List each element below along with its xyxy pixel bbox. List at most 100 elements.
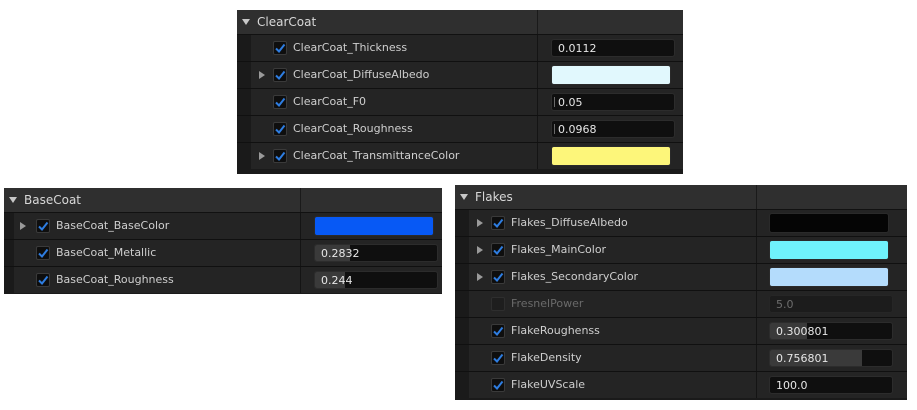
expand-arrow-icon[interactable] <box>477 219 483 227</box>
expand-arrow-icon[interactable] <box>477 246 483 254</box>
collapse-arrow-icon[interactable] <box>9 197 17 203</box>
checkbox-flakeuvscale[interactable] <box>491 378 505 392</box>
column-divider <box>756 185 757 209</box>
expand-arrow-icon[interactable] <box>20 222 26 230</box>
metallic-slider-field[interactable]: 0.2832 <box>314 244 438 262</box>
checkbox-clearcoat-transmittancecolor[interactable] <box>273 149 287 163</box>
clearcoat-diffusealbedo-row: ClearCoat_DiffuseAlbedo <box>237 62 683 89</box>
property-label: FlakeDensity <box>511 351 582 364</box>
property-label: FlakeRoughenss <box>511 324 600 337</box>
flakes-maincolor-color-swatch[interactable] <box>769 240 889 260</box>
checkbox-flakedensity[interactable] <box>491 351 505 365</box>
property-label: BaseCoat_Metallic <box>56 246 157 259</box>
basecolor-color-swatch[interactable] <box>314 216 434 236</box>
basecoat-basecolor-row: BaseCoat_BaseColor <box>4 213 442 240</box>
flakeroughness-slider-field[interactable]: 0.300801 <box>769 322 893 340</box>
thickness-value-field[interactable]: 0.0112 <box>551 39 675 57</box>
text-caret <box>554 97 555 107</box>
roughness-slider-field[interactable]: 0.244 <box>314 271 438 289</box>
checkbox-basecoat-metallic[interactable] <box>36 246 50 260</box>
property-label: ClearCoat_DiffuseAlbedo <box>293 68 430 81</box>
diffusealbedo-color-swatch[interactable] <box>551 65 671 85</box>
clearcoat-panel: ClearCoat ClearCoat_Thickness 0.0112 Cle… <box>237 10 683 174</box>
field-value: 0.0968 <box>558 123 597 136</box>
flakes-title: Flakes <box>475 190 513 204</box>
expand-arrow-icon[interactable] <box>259 152 265 160</box>
column-divider <box>537 10 538 34</box>
field-value: 5.0 <box>776 298 794 311</box>
checkmark-icon <box>275 97 286 108</box>
flakes-fresnelpower-row: FresnelPower 5.0 <box>455 291 907 318</box>
flakes-diffusealbedo-color-swatch[interactable] <box>769 213 889 233</box>
checkmark-icon <box>493 272 504 283</box>
column-divider <box>300 188 301 212</box>
collapse-arrow-icon[interactable] <box>460 194 468 200</box>
checkmark-icon <box>493 380 504 391</box>
checkmark-icon <box>493 218 504 229</box>
property-label: Flakes_MainColor <box>511 243 607 256</box>
property-label: ClearCoat_F0 <box>293 95 367 108</box>
checkbox-fresnelpower[interactable] <box>491 297 505 311</box>
basecoat-panel: BaseCoat BaseCoat_BaseColor BaseCoat_Met… <box>4 188 442 294</box>
property-label: ClearCoat_TransmittanceColor <box>293 149 460 162</box>
checkbox-basecoat-roughness[interactable] <box>36 273 50 287</box>
clearcoat-roughness-row: ClearCoat_Roughness 0.0968 <box>237 116 683 143</box>
flakes-diffusealbedo-row: Flakes_DiffuseAlbedo <box>455 210 907 237</box>
basecoat-header[interactable]: BaseCoat <box>4 188 442 213</box>
field-value: 100.0 <box>776 379 808 392</box>
checkmark-icon <box>275 151 286 162</box>
field-value: 0.0112 <box>558 42 597 55</box>
checkbox-flakeroughness[interactable] <box>491 324 505 338</box>
flakes-panel: Flakes Flakes_DiffuseAlbedo Flakes_MainC… <box>455 185 907 400</box>
clearcoat-transmittancecolor-row: ClearCoat_TransmittanceColor <box>237 143 683 169</box>
field-value: 0.756801 <box>776 352 829 365</box>
checkbox-clearcoat-f0[interactable] <box>273 95 287 109</box>
checkbox-flakes-diffusealbedo[interactable] <box>491 216 505 230</box>
checkmark-icon <box>38 248 49 259</box>
clearcoat-f0-row: ClearCoat_F0 0.05 <box>237 89 683 116</box>
checkbox-clearcoat-thickness[interactable] <box>273 41 287 55</box>
transmittancecolor-color-swatch[interactable] <box>551 146 671 166</box>
clearcoat-header[interactable]: ClearCoat <box>237 10 683 35</box>
expand-arrow-icon[interactable] <box>477 273 483 281</box>
checkmark-icon <box>275 70 286 81</box>
flakes-flakeuvscale-row: FlakeUVScale 100.0 <box>455 372 907 398</box>
clearcoat-thickness-row: ClearCoat_Thickness 0.0112 <box>237 35 683 62</box>
flakes-header[interactable]: Flakes <box>455 185 907 210</box>
collapse-arrow-icon[interactable] <box>242 19 250 25</box>
checkmark-icon <box>275 124 286 135</box>
property-label: FlakeUVScale <box>511 378 586 391</box>
field-value: 0.300801 <box>776 325 829 338</box>
property-label: BaseCoat_BaseColor <box>56 219 170 232</box>
checkbox-clearcoat-diffusealbedo[interactable] <box>273 68 287 82</box>
roughness-value-field[interactable]: 0.0968 <box>551 120 675 138</box>
checkbox-flakes-maincolor[interactable] <box>491 243 505 257</box>
checkmark-icon <box>493 353 504 364</box>
property-label: ClearCoat_Roughness <box>293 122 413 135</box>
clearcoat-title: ClearCoat <box>257 15 317 29</box>
field-value: 0.2832 <box>321 247 360 260</box>
fresnelpower-value-field[interactable]: 5.0 <box>769 295 893 313</box>
property-label: Flakes_SecondaryColor <box>511 270 639 283</box>
flakes-maincolor-row: Flakes_MainColor <box>455 237 907 264</box>
property-label: BaseCoat_Roughness <box>56 273 174 286</box>
field-value: 0.244 <box>321 274 353 287</box>
flakedensity-slider-field[interactable]: 0.756801 <box>769 349 893 367</box>
f0-value-field[interactable]: 0.05 <box>551 93 675 111</box>
checkmark-icon <box>38 275 49 286</box>
expand-arrow-icon[interactable] <box>259 71 265 79</box>
text-caret <box>554 124 555 134</box>
property-label: ClearCoat_Thickness <box>293 41 408 54</box>
basecoat-metallic-row: BaseCoat_Metallic 0.2832 <box>4 240 442 267</box>
checkbox-flakes-secondarycolor[interactable] <box>491 270 505 284</box>
property-label: FresnelPower <box>511 297 584 310</box>
flakes-flakedensity-row: FlakeDensity 0.756801 <box>455 345 907 372</box>
checkbox-basecoat-basecolor[interactable] <box>36 219 50 233</box>
flakes-secondarycolor-row: Flakes_SecondaryColor <box>455 264 907 291</box>
checkbox-clearcoat-roughness[interactable] <box>273 122 287 136</box>
checkmark-icon <box>493 245 504 256</box>
basecoat-title: BaseCoat <box>24 193 81 207</box>
flakes-secondarycolor-color-swatch[interactable] <box>769 267 889 287</box>
checkmark-icon <box>493 326 504 337</box>
flakeuvscale-value-field[interactable]: 100.0 <box>769 376 893 394</box>
